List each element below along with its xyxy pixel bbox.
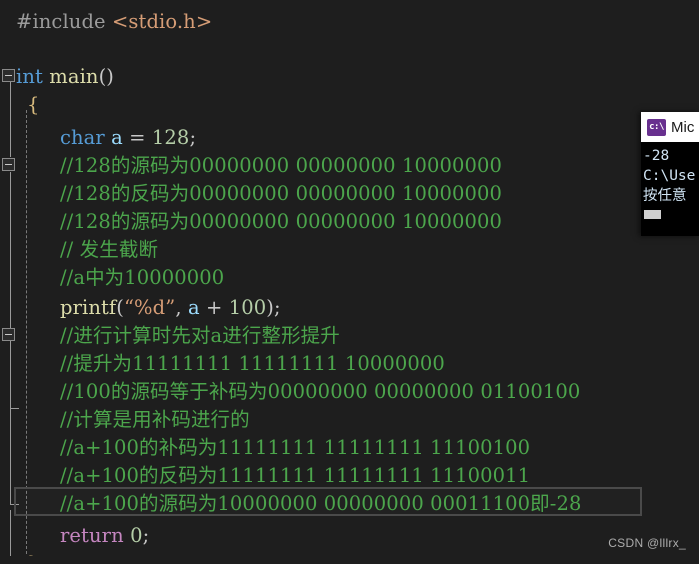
code-line[interactable]: //计算是用补码进行的 [0, 406, 250, 434]
code-token: //计算是用补码进行的 [60, 408, 250, 431]
console-block-cursor [644, 210, 661, 219]
code-token: //a+100的补码为11111111 11111111 11100100 [60, 436, 531, 459]
code-line[interactable]: //128的源码为00000000 00000000 10000000 [0, 152, 502, 180]
code-line[interactable]: //a+100的源码为10000000 00000000 00011100即-2… [0, 490, 581, 518]
code-token: //128的源码为00000000 00000000 10000000 [60, 210, 503, 233]
console-window[interactable]: c:\ Mic -28 C:\Use 按任意 [641, 112, 699, 236]
code-token: //128的反码为00000000 00000000 10000000 [60, 182, 503, 205]
code-token: <stdio.h> [111, 10, 213, 33]
console-output-line: C:\Use [643, 168, 696, 184]
code-token: 128 [151, 126, 190, 149]
code-line[interactable]: //进行计算时先对a进行整形提升 [0, 322, 340, 350]
code-token: // 发生截断 [60, 238, 159, 261]
code-token: //100的源码等于补码为00000000 00000000 01100100 [60, 380, 581, 403]
code-token: //128的源码为00000000 00000000 10000000 [60, 154, 503, 177]
console-output: -28 C:\Use 按任意 [641, 142, 699, 219]
bottom-strip [0, 556, 699, 564]
code-token: ; [189, 126, 197, 149]
console-output-line: 按任意 [643, 188, 687, 204]
watermark-label: CSDN @lllrx_ [608, 536, 686, 550]
code-editor[interactable]: #include <stdio.h> int main(){char a = 1… [0, 0, 699, 564]
code-token: ( [116, 296, 124, 319]
code-token: 0 [130, 524, 143, 547]
console-window-icon: c:\ [647, 118, 666, 136]
code-line[interactable]: char a = 128; [0, 124, 196, 152]
code-token: printf [60, 296, 117, 319]
console-window-title: Mic [671, 118, 695, 136]
code-token: a [111, 126, 123, 149]
code-token: a [187, 296, 200, 319]
code-line[interactable]: //a中为10000000 [0, 264, 224, 292]
code-token: int [16, 65, 43, 88]
code-token: //a中为10000000 [60, 266, 225, 289]
code-token: char [60, 126, 105, 149]
code-line[interactable]: int main() [0, 63, 114, 91]
code-token: //进行计算时先对a进行整形提升 [60, 324, 340, 347]
code-line[interactable]: printf(“%d”, a + 100); [0, 294, 281, 322]
code-token: { [27, 93, 40, 116]
code-token: ; [142, 524, 150, 547]
code-token: return [60, 524, 124, 547]
code-line[interactable]: { [0, 91, 40, 119]
code-line[interactable] [0, 36, 22, 64]
code-line[interactable]: //128的源码为00000000 00000000 10000000 [0, 208, 502, 236]
console-titlebar[interactable]: c:\ Mic [641, 112, 699, 142]
code-token: + [199, 296, 229, 319]
code-token: = [122, 126, 152, 149]
code-line[interactable]: //a+100的补码为11111111 11111111 11100100 [0, 434, 530, 462]
code-token: //a+100的源码为10000000 00000000 00011100即-2… [60, 492, 582, 515]
code-line[interactable]: //100的源码等于补码为00000000 00000000 01100100 [0, 378, 580, 406]
console-icon-glyph: c:\ [649, 121, 664, 132]
code-token: #include [16, 10, 112, 33]
code-token: //提升为11111111 11111111 10000000 [60, 352, 445, 375]
code-token: “%d” [123, 296, 176, 319]
screenshot-root: #include <stdio.h> int main(){char a = 1… [0, 0, 699, 564]
code-line[interactable]: //128的反码为00000000 00000000 10000000 [0, 180, 502, 208]
code-line[interactable]: return 0; [0, 522, 149, 550]
console-output-line: -28 [643, 148, 670, 164]
code-token: , [175, 296, 188, 319]
code-line[interactable]: //提升为11111111 11111111 10000000 [0, 350, 445, 378]
code-line[interactable]: //a+100的反码为11111111 11111111 11100011 [0, 462, 530, 490]
code-token: 100 [228, 296, 267, 319]
code-token: //a+100的反码为11111111 11111111 11100011 [60, 464, 531, 487]
code-token: main [49, 65, 99, 88]
code-token: ); [266, 296, 281, 319]
code-line[interactable]: // 发生截断 [0, 236, 158, 264]
code-line[interactable]: #include <stdio.h> [0, 8, 212, 36]
code-token: () [98, 65, 114, 88]
